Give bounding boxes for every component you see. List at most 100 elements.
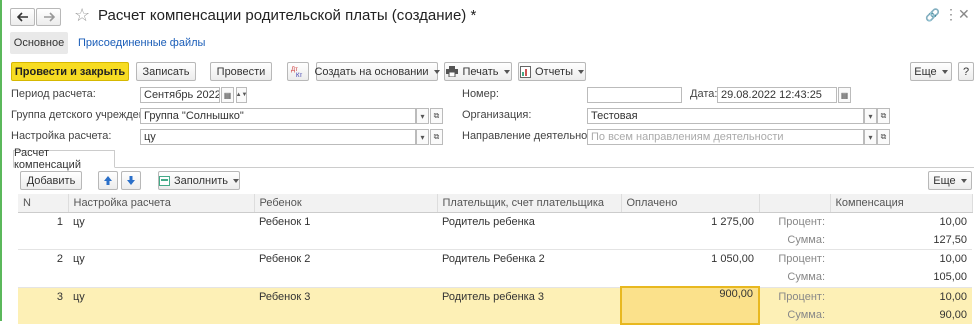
report-icon xyxy=(519,65,531,78)
dropdown-icon[interactable]: ▾ xyxy=(864,108,877,124)
organization-field[interactable]: Тестовая xyxy=(587,108,864,124)
add-row-button[interactable]: Добавить xyxy=(20,171,82,190)
favorite-star-icon[interactable]: ☆ xyxy=(74,5,90,25)
table-row-sub[interactable]: Сумма: 105,00 xyxy=(18,268,972,288)
dt-kt-icon: ДтКт xyxy=(291,67,302,78)
save-button[interactable]: Записать xyxy=(136,62,196,81)
number-label: Номер: xyxy=(462,88,499,100)
row-setting[interactable]: цу xyxy=(68,287,254,306)
dropdown-icon[interactable]: ▾ xyxy=(416,129,429,145)
window-edge xyxy=(0,0,2,321)
chevron-down-icon xyxy=(578,69,585,74)
dropdown-icon[interactable]: ▾ xyxy=(416,108,429,124)
direction-field[interactable]: По всем направлениям деятельности xyxy=(587,129,864,145)
row-payer[interactable]: Родитель ребенка 3 xyxy=(437,287,621,306)
reports-button[interactable]: Отчеты xyxy=(518,62,586,81)
column-header-n[interactable]: N xyxy=(18,194,69,213)
close-icon[interactable]: ✕ xyxy=(958,6,970,23)
arrow-down-icon xyxy=(127,176,135,185)
more-button[interactable]: Еще xyxy=(910,62,952,81)
column-header-compensation[interactable]: Компенсация xyxy=(830,194,973,213)
open-link-icon[interactable]: ⧉ xyxy=(430,129,443,145)
row-child[interactable]: Ребенок 3 xyxy=(254,287,437,306)
back-button[interactable] xyxy=(10,8,35,26)
svg-text:Кт: Кт xyxy=(296,73,302,78)
row-percent[interactable]: 10,00 xyxy=(830,250,972,269)
direction-label: Направление деятельности: xyxy=(462,130,608,142)
row-percent[interactable]: 10,00 xyxy=(830,213,972,232)
table-row-selected[interactable]: 3 цу Ребенок 3 Родитель ребенка 3 900,00… xyxy=(18,286,972,325)
row-sum[interactable]: 127,50 xyxy=(830,231,972,250)
number-field[interactable] xyxy=(587,87,682,103)
menu-dots-icon[interactable]: ⋮ xyxy=(944,6,958,23)
fill-label: Заполнить xyxy=(173,174,228,187)
print-button[interactable]: Печать xyxy=(444,62,512,81)
row-sum[interactable]: 105,00 xyxy=(830,268,972,288)
dt-kt-button[interactable]: Дт Кт xyxy=(287,62,309,81)
forward-button[interactable] xyxy=(36,8,61,26)
link-icon[interactable]: 🔗 xyxy=(925,8,940,22)
row-number: 1 xyxy=(56,216,63,228)
sum-label: Сумма: xyxy=(759,268,830,288)
post-and-close-button[interactable]: Провести и закрыть xyxy=(11,62,129,81)
arrow-up-icon xyxy=(104,176,112,185)
more-label: Еще xyxy=(914,65,937,78)
percent-label: Процент: xyxy=(759,287,830,306)
column-header-setting[interactable]: Настройка расчета xyxy=(68,194,255,213)
row-payer[interactable]: Родитель ребенка xyxy=(437,213,621,232)
table-row[interactable]: 2 цу Ребенок 2 Родитель Ребенка 2 1 050,… xyxy=(18,250,972,269)
table-row[interactable]: 1 цу Ребенок 1 Родитель ребенка 1 275,00… xyxy=(18,213,972,232)
chevron-down-icon xyxy=(233,178,239,183)
help-button[interactable]: ? xyxy=(958,62,974,81)
open-link-icon[interactable]: ⧉ xyxy=(430,108,443,124)
percent-label: Процент: xyxy=(778,253,825,265)
compensation-table: N Настройка расчета Ребенок Плательщик, … xyxy=(18,194,973,325)
row-payer[interactable]: Родитель Ребенка 2 xyxy=(437,250,621,269)
arrow-right-icon xyxy=(43,12,55,22)
row-paid[interactable]: 1 050,00 xyxy=(621,250,759,269)
nav-tab-main[interactable]: Основное xyxy=(10,32,68,54)
column-header-child[interactable]: Ребенок xyxy=(254,194,438,213)
calendar-icon[interactable]: ▦ xyxy=(838,87,851,103)
group-field[interactable]: Группа "Солнышко" xyxy=(140,108,416,124)
column-header-paid[interactable]: Оплачено xyxy=(621,194,760,213)
row-number: 3 xyxy=(18,287,68,306)
nav-tab-files[interactable]: Присоединенные файлы xyxy=(78,37,205,49)
print-label: Печать xyxy=(462,65,499,78)
move-up-button[interactable] xyxy=(98,171,118,190)
row-paid-current-cell[interactable]: 900,00 xyxy=(620,286,760,325)
chevron-down-icon xyxy=(433,69,440,74)
row-setting[interactable]: цу xyxy=(68,213,254,232)
dropdown-icon[interactable]: ▾ xyxy=(864,129,877,145)
settings-label: Настройка расчета: xyxy=(11,130,112,142)
date-label: Дата: xyxy=(690,88,718,100)
tab-compensation[interactable]: Расчет компенсаций xyxy=(13,147,115,171)
sum-label: Сумма: xyxy=(759,231,830,250)
row-percent[interactable]: 10,00 xyxy=(830,287,972,306)
column-header-payer[interactable]: Плательщик, счет плательщика xyxy=(437,194,622,213)
table-row-sub[interactable]: Сумма: 127,50 xyxy=(18,231,972,250)
row-setting[interactable]: цу xyxy=(68,250,254,269)
printer-icon xyxy=(446,66,459,77)
date-field[interactable]: 29.08.2022 12:43:25 xyxy=(717,87,837,103)
period-field[interactable]: Сентябрь 2022 xyxy=(140,87,220,103)
window-title: Расчет компенсации родительской платы (с… xyxy=(98,7,477,24)
calendar-icon[interactable]: ▦ xyxy=(221,87,234,103)
table-more-button[interactable]: Еще xyxy=(928,171,972,190)
chevron-down-icon xyxy=(960,178,967,183)
row-child[interactable]: Ребенок 1 xyxy=(254,213,437,232)
open-link-icon[interactable]: ⧉ xyxy=(877,129,890,145)
move-down-button[interactable] xyxy=(121,171,141,190)
row-number: 2 xyxy=(56,253,63,265)
post-button[interactable]: Провести xyxy=(210,62,272,81)
settings-field[interactable]: цу xyxy=(140,129,416,145)
period-spinner-icon[interactable]: ▲▼ xyxy=(236,87,247,103)
row-child[interactable]: Ребенок 2 xyxy=(254,250,437,269)
row-paid[interactable]: 1 275,00 xyxy=(621,213,759,232)
create-based-button[interactable]: Создать на основании xyxy=(314,62,440,81)
open-link-icon[interactable]: ⧉ xyxy=(877,108,890,124)
fill-button[interactable]: Заполнить xyxy=(158,171,240,190)
chevron-down-icon xyxy=(503,69,510,74)
arrow-left-icon xyxy=(16,12,28,22)
chevron-down-icon xyxy=(941,69,948,74)
